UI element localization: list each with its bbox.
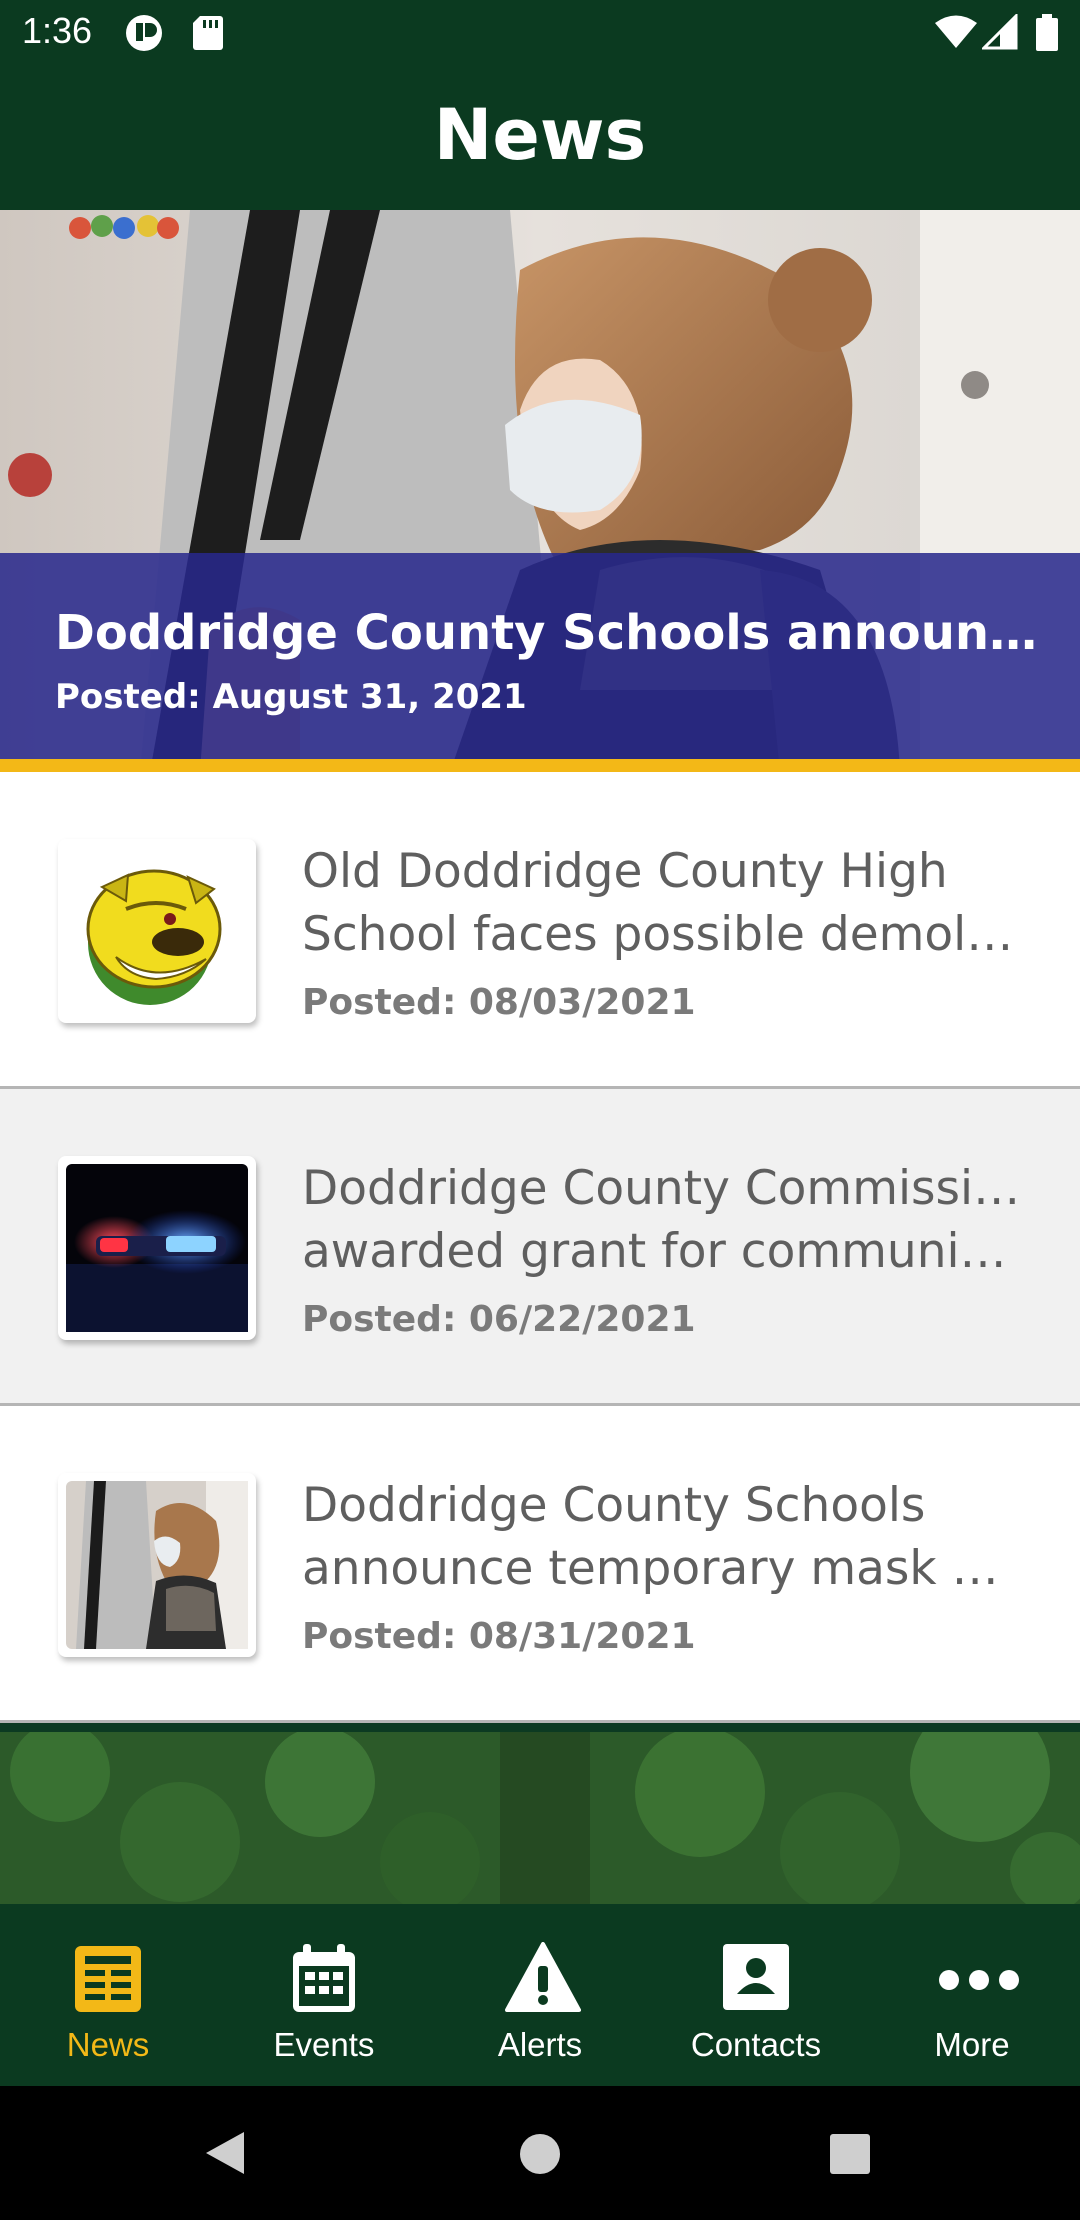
bottom-navigation: News Events Alerts Contacts More xyxy=(0,1904,1080,2086)
newspaper-icon xyxy=(75,1946,141,2012)
nav-label: More xyxy=(934,2026,1010,2063)
signal-icon xyxy=(980,12,1018,55)
featured-news-overlay: Doddridge County Schools announce te... … xyxy=(0,553,1080,769)
nav-label: News xyxy=(66,2026,150,2063)
status-time: 1:36 xyxy=(22,10,93,51)
news-thumbnail xyxy=(58,839,256,1023)
nav-tab-news[interactable]: News xyxy=(0,1904,216,2086)
warning-icon xyxy=(505,1942,581,2012)
recents-icon[interactable] xyxy=(828,2132,872,2176)
news-thumbnail xyxy=(58,1156,256,1340)
calendar-icon xyxy=(293,1944,355,2012)
featured-news-card[interactable]: Doddridge County Schools announce te... … xyxy=(0,210,1080,772)
page-title: News xyxy=(433,94,647,176)
news-list-item[interactable]: Doddridge County Commission awarded gran… xyxy=(0,1089,1080,1406)
back-icon[interactable] xyxy=(200,2128,250,2178)
featured-news-title: Doddridge County Schools announce te... xyxy=(55,605,1045,661)
battery-icon xyxy=(1035,14,1059,57)
nav-tab-more[interactable]: More xyxy=(864,1904,1080,2086)
featured-news-date: Posted: August 31, 2021 xyxy=(55,677,527,717)
news-date: Posted: 08/31/2021 xyxy=(302,1616,696,1657)
news-title: Doddridge County Commission awarded gran… xyxy=(302,1161,1022,1279)
nav-tab-alerts[interactable]: Alerts xyxy=(432,1904,648,2086)
police-lights-photo xyxy=(66,1164,248,1332)
news-list: Old Doddridge County High School faces p… xyxy=(0,772,1080,1723)
bulldog-logo xyxy=(66,847,248,1015)
news-list-item[interactable]: Old Doddridge County High School faces p… xyxy=(0,772,1080,1089)
nav-tab-events[interactable]: Events xyxy=(216,1904,432,2086)
masked-students-photo xyxy=(66,1481,248,1649)
system-navigation-bar xyxy=(0,2086,1080,2220)
contact-card-icon xyxy=(723,1944,789,2010)
news-title: Doddridge County Schools announce tempor… xyxy=(302,1478,1022,1596)
accent-divider xyxy=(0,759,1080,772)
nav-label: Events xyxy=(273,2026,375,2063)
news-thumbnail xyxy=(58,1473,256,1657)
nav-tab-contacts[interactable]: Contacts xyxy=(648,1904,864,2086)
news-date: Posted: 08/03/2021 xyxy=(302,982,696,1023)
nav-label: Alerts xyxy=(497,2026,583,2063)
nav-label: Contacts xyxy=(690,2026,822,2063)
forest-background xyxy=(0,1732,1080,1904)
app-header: News xyxy=(0,66,1080,210)
wifi-icon xyxy=(934,14,978,55)
news-list-item[interactable]: Doddridge County Schools announce tempor… xyxy=(0,1406,1080,1723)
status-bar: 1:36 xyxy=(0,0,1080,66)
home-icon[interactable] xyxy=(518,2132,562,2176)
news-date: Posted: 06/22/2021 xyxy=(302,1299,696,1340)
app-notification-icon xyxy=(124,14,164,57)
news-title: Old Doddridge County High School faces p… xyxy=(302,844,1022,962)
sd-card-icon xyxy=(192,14,224,57)
more-dots-icon xyxy=(939,1970,1019,1990)
